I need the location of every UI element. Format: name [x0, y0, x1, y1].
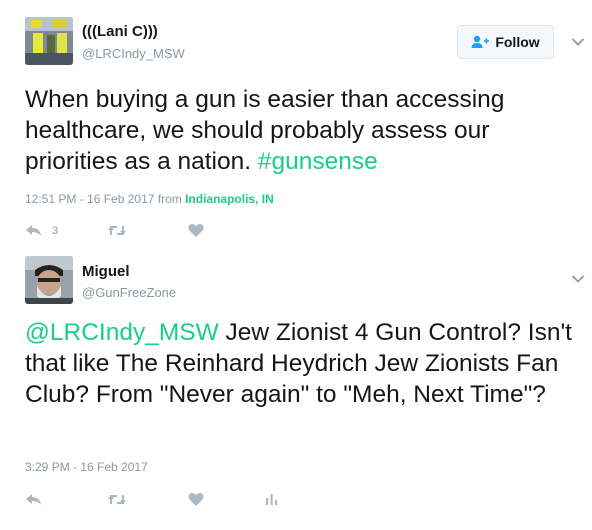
- hashtag-link[interactable]: #gunsense: [258, 148, 378, 175]
- reply-action[interactable]: 3: [25, 224, 58, 237]
- like-action[interactable]: [188, 492, 204, 507]
- author-name[interactable]: Miguel: [82, 263, 130, 280]
- reply-count: 3: [52, 224, 59, 237]
- avatar[interactable]: [25, 256, 73, 304]
- follow-person-icon: [471, 35, 490, 48]
- like-icon: [188, 492, 204, 506]
- author-handle[interactable]: @GunFreeZone: [82, 285, 176, 300]
- retweet-action[interactable]: [107, 493, 127, 506]
- author-handle[interactable]: @LRCIndy_MSW: [82, 46, 185, 61]
- reply-icon: [26, 494, 41, 505]
- like-icon: [188, 223, 204, 237]
- like-action[interactable]: [188, 223, 204, 238]
- retweet-icon: [108, 495, 126, 504]
- timestamp-text[interactable]: 12:51 PM - 16 Feb 2017 from: [25, 192, 185, 206]
- author-name[interactable]: (((Lani C))): [82, 23, 158, 40]
- follow-label: Follow: [495, 34, 540, 50]
- analytics-action[interactable]: [265, 492, 279, 506]
- tweet-timestamp: 3:29 PM - 16 Feb 2017: [25, 460, 148, 474]
- tweet-timestamp: 12:51 PM - 16 Feb 2017 from Indianapolis…: [25, 192, 274, 206]
- retweet-icon: [108, 226, 126, 235]
- reply-icon: [26, 225, 41, 236]
- tweet-text: @LRCIndy_MSW Jew Zionist 4 Gun Control? …: [25, 317, 585, 410]
- mention-link[interactable]: @LRCIndy_MSW: [25, 319, 219, 346]
- timestamp-text[interactable]: 3:29 PM - 16 Feb 2017: [25, 460, 148, 474]
- caret-down-icon[interactable]: [571, 37, 585, 47]
- retweet-action[interactable]: [107, 224, 127, 237]
- follow-button[interactable]: Follow: [457, 25, 554, 59]
- caret-down-icon[interactable]: [571, 274, 585, 284]
- tweet-2: Miguel @GunFreeZone @LRCIndy_MSW Jew Zio…: [0, 250, 592, 530]
- tweet-text: When buying a gun is easier than accessi…: [25, 84, 570, 177]
- place-link[interactable]: Indianapolis, IN: [185, 192, 274, 206]
- analytics-icon: [266, 494, 278, 505]
- tweet-1: (((Lani C))) @LRCIndy_MSW Follow When bu…: [0, 0, 592, 250]
- avatar[interactable]: [25, 17, 73, 65]
- reply-action[interactable]: [25, 493, 42, 506]
